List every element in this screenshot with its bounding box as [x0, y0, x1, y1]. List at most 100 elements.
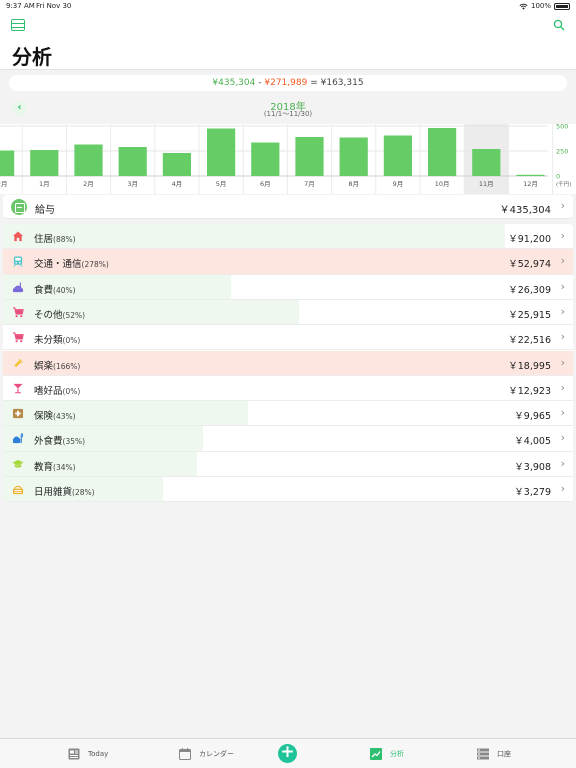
- search-icon[interactable]: [553, 19, 565, 31]
- x-tick-label: 7月: [304, 180, 315, 188]
- category-label: 日用雑貨(28%): [34, 484, 95, 498]
- x-tick-label: 3月: [127, 180, 138, 188]
- category-name: 交通・通信: [34, 259, 82, 271]
- category-row[interactable]: 未分類(0%) ￥22,516 ›: [3, 325, 573, 351]
- bar: [118, 147, 147, 176]
- category-amount: ￥91,200: [508, 234, 551, 245]
- bar: [383, 135, 412, 176]
- bar: [0, 150, 15, 176]
- salary-icon: [11, 199, 27, 215]
- status-date: Fri Nov 30: [36, 2, 72, 10]
- category-name: 外食費: [34, 436, 63, 448]
- category-label: 娯楽(166%): [34, 358, 80, 372]
- chevron-right-icon: ›: [560, 199, 565, 212]
- category-row[interactable]: 娯楽(166%) ￥18,995 ›: [3, 350, 573, 376]
- tab-calendar[interactable]: カレンダー: [179, 747, 234, 761]
- x-tick-label: 1月: [39, 180, 50, 188]
- battery-percent: 100%: [530, 2, 551, 10]
- x-tick-label: 6月: [260, 180, 271, 188]
- tab-bar: Today カレンダー + 分析 口座: [0, 738, 576, 768]
- tab-analysis[interactable]: 分析: [370, 747, 404, 761]
- dining-icon: [12, 433, 24, 444]
- category-row[interactable]: 保険(43%) ￥9,965 ›: [3, 401, 573, 427]
- balance-summary: ¥435,304 - ¥271,989 = ¥163,315: [9, 75, 567, 91]
- tab-accounts[interactable]: 口座: [477, 747, 511, 761]
- list-view-icon[interactable]: [11, 19, 25, 31]
- medical-icon: [12, 409, 24, 419]
- y-tick-label: 500: [556, 124, 568, 131]
- tab-today-label: Today: [88, 750, 109, 758]
- budget-progress-fill: [3, 451, 197, 476]
- chart-svg: 12月 1月 2月 3月 4月 5月 6月 7月 8月 9月 10月 11月 12月 500 250 0(千円…: [0, 124, 571, 194]
- category-amount: ￥26,309: [508, 284, 551, 296]
- category-amount: ￥18,995: [508, 360, 551, 372]
- category-budget-percent: (88%): [53, 235, 76, 244]
- category-row[interactable]: 日用雑貨(28%) ￥3,279 ›: [3, 477, 573, 502]
- tab-today[interactable]: Today: [68, 747, 108, 761]
- train-icon: [13, 256, 23, 268]
- status-right: 100%: [519, 2, 570, 10]
- graduation-icon: [12, 459, 24, 468]
- category-budget-percent: (43%): [53, 412, 76, 422]
- income-amount: ￥435,304: [499, 205, 551, 216]
- income-total: ¥435,304: [212, 78, 256, 88]
- chevron-right-icon: ›: [560, 355, 565, 369]
- category-amount: ￥25,915: [508, 309, 551, 321]
- status-bar: 9:37 AM Fri Nov 30 100%: [0, 0, 576, 12]
- category-amount: ￥9,965: [514, 411, 551, 423]
- category-label: 住居(88%): [34, 231, 76, 245]
- status-time: 9:37 AM: [6, 2, 35, 10]
- bar: [339, 137, 368, 176]
- monthly-bar-chart[interactable]: 12月 1月 2月 3月 4月 5月 6月 7月 8月 9月 10月 11月 12月 500 250 0(千円…: [0, 124, 576, 194]
- bar: [74, 144, 103, 176]
- category-amount: ￥4,005: [514, 436, 551, 448]
- category-row[interactable]: 食費(40%) ￥26,309 ›: [3, 274, 573, 300]
- expense-total: ¥271,989: [264, 78, 308, 88]
- category-row[interactable]: 嗜好品(0%) ￥12,923 ›: [3, 375, 573, 402]
- battery-icon: [554, 2, 570, 10]
- accounts-icon: [477, 748, 489, 760]
- category-row[interactable]: 教育(34%) ￥3,908 ›: [3, 451, 573, 477]
- bar: [472, 149, 501, 176]
- category-name: 住居: [34, 234, 54, 245]
- cocktail-icon: [13, 383, 23, 394]
- x-tick-label: 12月: [0, 180, 7, 188]
- category-label: 保険(43%): [34, 408, 76, 422]
- category-label: 食費(40%): [34, 282, 76, 296]
- cart-icon: [12, 332, 24, 343]
- minus-sign: -: [258, 78, 262, 88]
- add-transaction-button[interactable]: +: [278, 744, 297, 763]
- category-amount: ￥12,923: [508, 385, 551, 397]
- chevron-right-icon: ›: [560, 279, 565, 293]
- category-label: 教育(34%): [34, 459, 76, 473]
- category-name: 日用雑貨: [34, 487, 73, 498]
- chevron-right-icon: ›: [560, 254, 565, 268]
- calendar-icon: [179, 748, 191, 760]
- category-row[interactable]: 交通・通信(278%) ￥52,974 ›: [3, 249, 573, 275]
- x-tick-label: 12月: [523, 180, 538, 188]
- category-name: 娯楽: [34, 360, 54, 372]
- category-budget-percent: (28%): [72, 488, 95, 497]
- category-budget-percent: (0%): [62, 336, 81, 346]
- category-row[interactable]: その他(52%) ￥25,915 ›: [3, 299, 573, 326]
- category-row[interactable]: 外食費(35%) ￥4,005 ›: [3, 426, 573, 452]
- category-label: 交通・通信(278%): [34, 256, 109, 270]
- basket-icon: [12, 485, 24, 495]
- ticket-icon: [14, 358, 23, 367]
- bar: [207, 128, 236, 176]
- y-unit-label: (千円): [556, 180, 571, 188]
- category-amount: ￥3,908: [514, 461, 551, 473]
- income-label: 給与: [35, 205, 55, 216]
- bar: [516, 174, 545, 176]
- category-row[interactable]: 住居(88%) ￥91,200 ›: [3, 224, 573, 250]
- bar: [251, 142, 280, 176]
- chevron-right-icon: ›: [560, 229, 565, 242]
- budget-progress-fill: [3, 350, 573, 375]
- income-row-salary[interactable]: 給与 ￥435,304 ›: [3, 195, 573, 219]
- expense-category-list: 住居(88%) ￥91,200 › 交通・通信(278%) ￥52,974 › 食費(40%…: [3, 224, 573, 502]
- x-tick-label: 8月: [348, 180, 359, 188]
- chevron-right-icon: ›: [560, 330, 565, 344]
- add-icon: +: [280, 742, 295, 762]
- category-name: 保険: [34, 411, 54, 423]
- category-name: その他: [34, 309, 63, 321]
